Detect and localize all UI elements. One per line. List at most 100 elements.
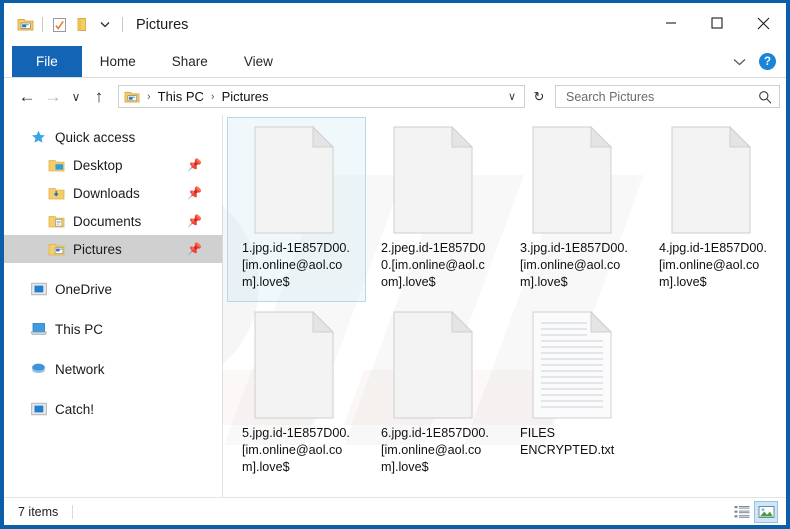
address-dropdown-icon[interactable]: ∨ <box>502 90 522 103</box>
file-item[interactable]: 1.jpg.id-1E857D00.[im.online@aol.com].lo… <box>227 117 366 302</box>
help-icon[interactable]: ? <box>759 53 776 70</box>
recent-locations-button[interactable]: ∨ <box>66 84 86 110</box>
explorer-body: Quick access Desktop 📌 <box>4 115 786 497</box>
large-icons-view-icon[interactable] <box>754 501 778 523</box>
toolbar-divider-2 <box>122 17 123 32</box>
breadcrumb-pictures[interactable]: Pictures <box>220 89 271 104</box>
breadcrumb-separator-0: › <box>142 91 156 103</box>
window-controls <box>648 3 786 43</box>
file-item[interactable]: 5.jpg.id-1E857D00.[im.online@aol.com].lo… <box>227 302 366 487</box>
sidebar-item-catch[interactable]: Catch! <box>4 395 222 423</box>
tab-share[interactable]: Share <box>154 46 226 77</box>
text-file-icon <box>532 311 618 419</box>
new-folder-icon[interactable] <box>71 14 93 36</box>
file-grid: 1.jpg.id-1E857D00.[im.online@aol.com].lo… <box>223 115 786 487</box>
sidebar-gap-4 <box>4 383 222 395</box>
forward-button: → <box>40 84 66 110</box>
sidebar-item-this-pc[interactable]: This PC <box>4 315 222 343</box>
sidebar-item-label: Pictures <box>73 242 122 257</box>
view-mode-buttons <box>730 501 778 523</box>
file-item[interactable]: 3.jpg.id-1E857D00.[im.online@aol.com].lo… <box>505 117 644 302</box>
folder-icon <box>124 90 140 104</box>
close-icon[interactable] <box>740 3 786 43</box>
minimize-icon[interactable] <box>648 3 694 43</box>
sidebar-gap-1 <box>4 263 222 275</box>
folder-pictures-icon <box>48 241 65 258</box>
sidebar-item-documents[interactable]: Documents 📌 <box>4 207 222 235</box>
quick-access-toolbar: Pictures <box>4 3 188 46</box>
search-icon[interactable] <box>755 90 775 104</box>
sidebar-item-label: Quick access <box>55 130 135 145</box>
tab-file[interactable]: File <box>12 46 82 77</box>
search-box[interactable] <box>555 85 780 108</box>
status-divider <box>72 505 73 519</box>
folder-documents-icon <box>48 213 65 230</box>
up-button[interactable]: ↑ <box>86 84 112 110</box>
ribbon-tab-strip: File Home Share View ? <box>4 46 786 78</box>
file-name: 2.jpeg.id-1E857D00.[im.online@aol.com].l… <box>381 240 491 291</box>
sidebar-item-label: OneDrive <box>55 282 112 297</box>
sidebar-gap-3 <box>4 343 222 355</box>
breadcrumb-this-pc[interactable]: This PC <box>156 89 206 104</box>
file-item[interactable]: 2.jpeg.id-1E857D00.[im.online@aol.com].l… <box>366 117 505 302</box>
pin-icon[interactable]: 📌 <box>187 243 202 255</box>
ribbon-right-controls: ? <box>725 46 780 77</box>
back-button[interactable]: ← <box>14 84 40 110</box>
sidebar-item-label: Network <box>55 362 105 377</box>
window-title: Pictures <box>136 17 188 33</box>
encrypted-file-icon <box>671 126 757 234</box>
item-count-label: 7 items <box>18 505 58 519</box>
sidebar-item-label: Downloads <box>73 186 140 201</box>
file-item[interactable]: FILES ENCRYPTED.txt <box>505 302 644 487</box>
file-name: 1.jpg.id-1E857D00.[im.online@aol.com].lo… <box>242 240 352 291</box>
address-bar[interactable]: › This PC › Pictures ∨ <box>118 85 525 108</box>
file-explorer-window: Pictures File Home Share View ? ← <box>0 0 790 529</box>
sidebar-item-downloads[interactable]: Downloads 📌 <box>4 179 222 207</box>
chevron-down-icon[interactable] <box>725 49 753 75</box>
onedrive-icon <box>30 281 47 298</box>
chevron-down-icon[interactable] <box>94 14 116 36</box>
folder-downloads-icon <box>48 185 65 202</box>
tab-view[interactable]: View <box>226 46 291 77</box>
sidebar-item-network[interactable]: Network <box>4 355 222 383</box>
sidebar-item-quick-access[interactable]: Quick access <box>4 123 222 151</box>
status-bar: 7 items <box>4 497 786 525</box>
catch-icon <box>30 401 47 418</box>
file-list-pane[interactable]: 1.jpg.id-1E857D00.[im.online@aol.com].lo… <box>223 115 786 497</box>
sidebar-item-onedrive[interactable]: OneDrive <box>4 275 222 303</box>
sidebar-item-desktop[interactable]: Desktop 📌 <box>4 151 222 179</box>
tab-home[interactable]: Home <box>82 46 154 77</box>
encrypted-file-icon <box>254 126 340 234</box>
maximize-icon[interactable] <box>694 3 740 43</box>
title-bar: Pictures <box>4 3 786 46</box>
file-item[interactable]: 6.jpg.id-1E857D00.[im.online@aol.com].lo… <box>366 302 505 487</box>
file-item[interactable]: 4.jpg.id-1E857D00.[im.online@aol.com].lo… <box>644 117 783 302</box>
search-input[interactable] <box>564 89 755 105</box>
details-view-icon[interactable] <box>730 501 754 523</box>
navigation-pane: Quick access Desktop 📌 <box>4 115 222 497</box>
this-pc-icon <box>30 321 47 338</box>
pin-icon[interactable]: 📌 <box>187 215 202 227</box>
file-name: 5.jpg.id-1E857D00.[im.online@aol.com].lo… <box>242 425 352 476</box>
encrypted-file-icon <box>393 126 479 234</box>
checklist-icon[interactable] <box>48 14 70 36</box>
toolbar-divider <box>42 17 43 32</box>
file-name: 3.jpg.id-1E857D00.[im.online@aol.com].lo… <box>520 240 630 291</box>
sidebar-gap-2 <box>4 303 222 315</box>
sidebar-item-label: Desktop <box>73 158 123 173</box>
sidebar-item-label: Documents <box>73 214 141 229</box>
sidebar-item-label: This PC <box>55 322 103 337</box>
file-name: FILES ENCRYPTED.txt <box>520 425 630 459</box>
network-icon <box>30 361 47 378</box>
star-icon <box>30 129 47 146</box>
sidebar-item-label: Catch! <box>55 402 94 417</box>
file-name: 6.jpg.id-1E857D00.[im.online@aol.com].lo… <box>381 425 491 476</box>
pin-icon[interactable]: 📌 <box>187 159 202 171</box>
sidebar-item-pictures[interactable]: Pictures 📌 <box>4 235 222 263</box>
encrypted-file-icon <box>532 126 618 234</box>
refresh-icon[interactable]: ↻ <box>528 85 550 108</box>
pin-icon[interactable]: 📌 <box>187 187 202 199</box>
breadcrumb-separator-1: › <box>206 91 220 103</box>
file-name: 4.jpg.id-1E857D00.[im.online@aol.com].lo… <box>659 240 769 291</box>
folder-properties-icon[interactable] <box>14 14 36 36</box>
